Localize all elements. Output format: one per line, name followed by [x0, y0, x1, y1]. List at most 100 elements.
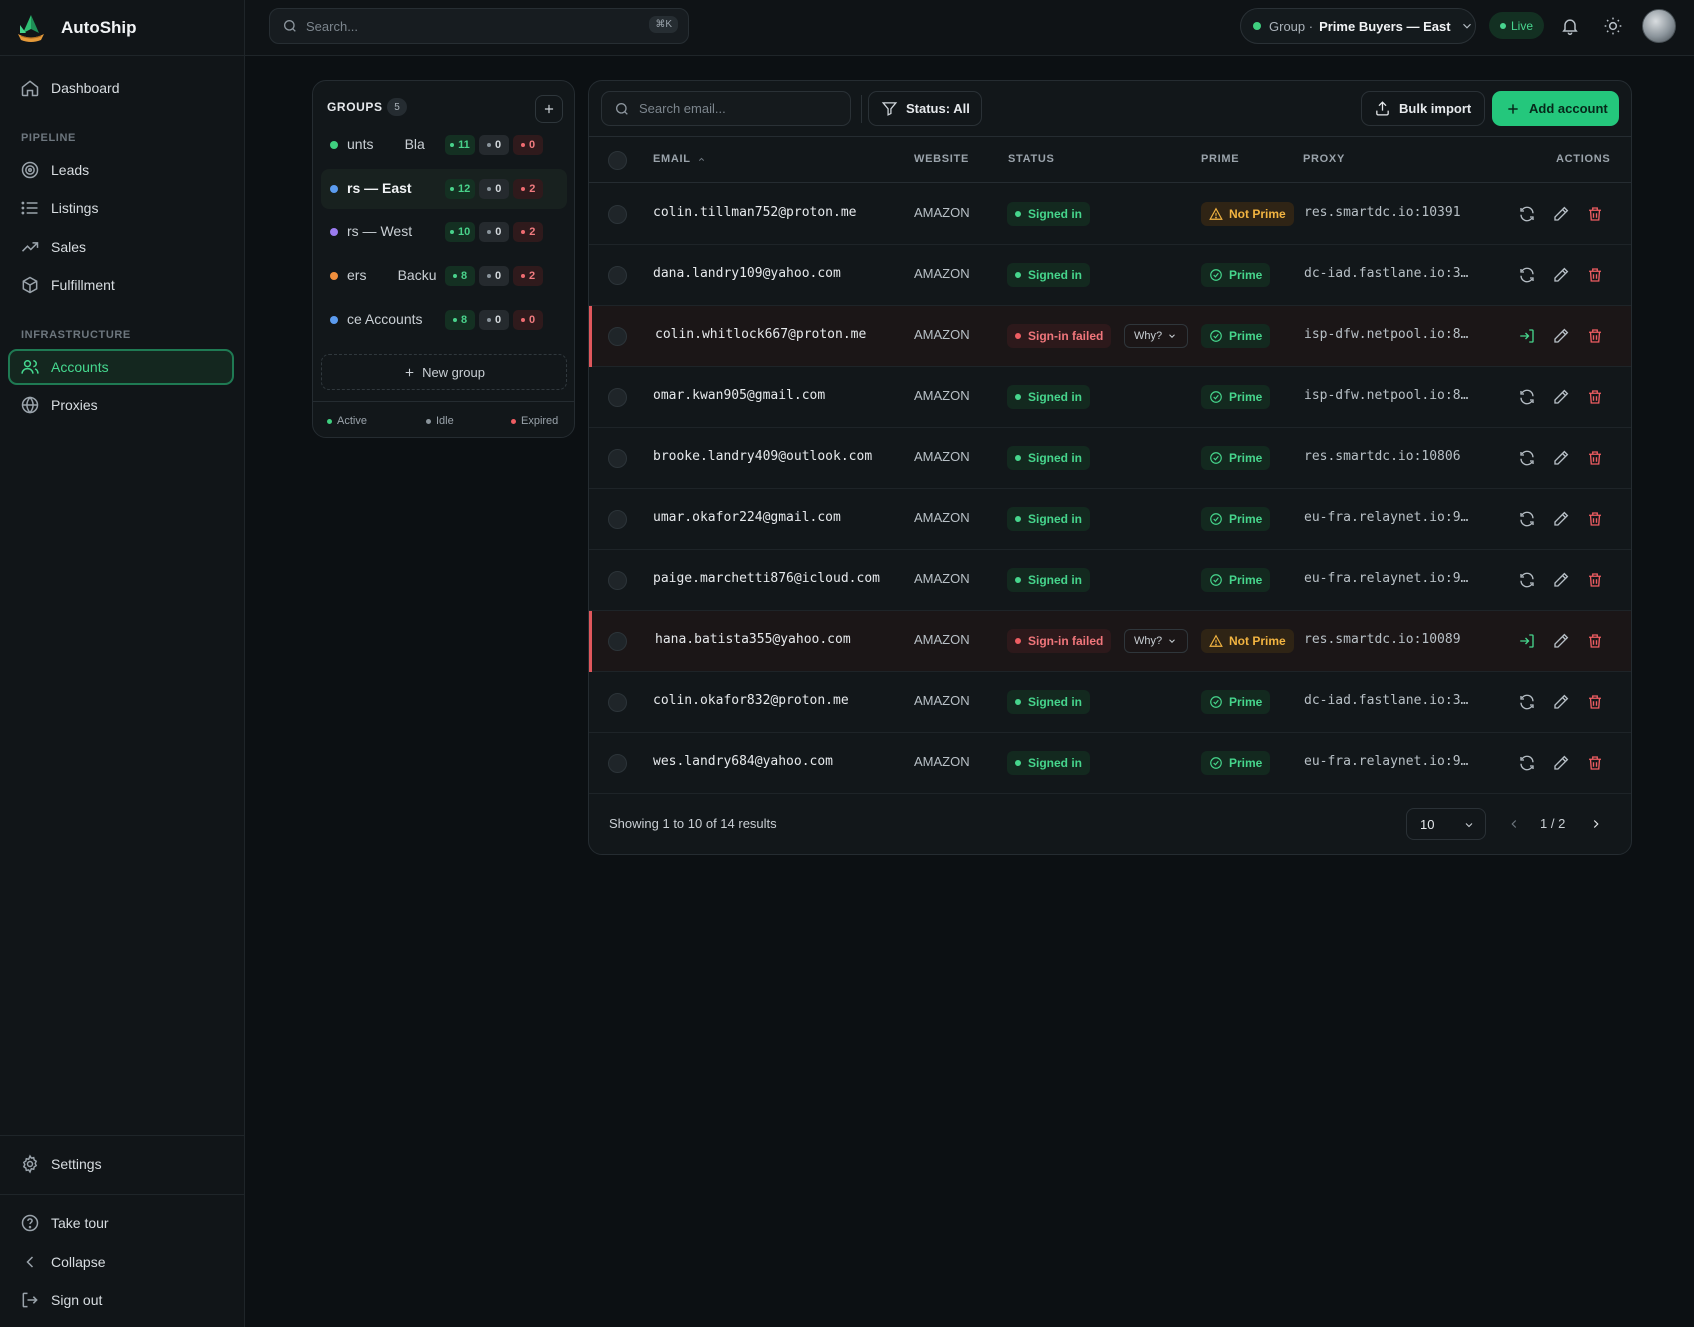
- delete-icon[interactable]: [1586, 632, 1604, 650]
- refresh-icon[interactable]: [1518, 510, 1536, 528]
- delete-icon[interactable]: [1586, 205, 1604, 223]
- refresh-icon[interactable]: [1518, 693, 1536, 711]
- sidebar-item-dashboard[interactable]: Dashboard: [8, 70, 234, 106]
- why-dropdown[interactable]: Why?: [1124, 324, 1188, 348]
- results-summary: Showing 1 to 10 of 14 results: [609, 816, 777, 831]
- group-item[interactable]: rs — East 12 0 2: [321, 169, 567, 209]
- group-item[interactable]: ce Accounts 8 0 0: [321, 300, 567, 340]
- delete-icon[interactable]: [1586, 693, 1604, 711]
- active-count-badge: 11: [445, 135, 475, 155]
- delete-icon[interactable]: [1586, 327, 1604, 345]
- status-filter-button[interactable]: Status: All: [868, 91, 982, 126]
- add-account-button[interactable]: Add account: [1492, 91, 1619, 126]
- select-all-checkbox[interactable]: [608, 151, 627, 170]
- edit-icon[interactable]: [1552, 388, 1570, 406]
- sun-icon[interactable]: [1603, 16, 1623, 36]
- row-checkbox[interactable]: [608, 754, 627, 773]
- sidebar-divider: [0, 1135, 245, 1136]
- sidebar-item-accounts[interactable]: Accounts: [8, 349, 234, 385]
- edit-icon[interactable]: [1552, 693, 1570, 711]
- refresh-icon[interactable]: [1518, 571, 1536, 589]
- refresh-icon[interactable]: [1518, 266, 1536, 284]
- check-circle-icon: [1210, 757, 1222, 769]
- delete-icon[interactable]: [1586, 571, 1604, 589]
- group-item[interactable]: unts Bla 11 0 0: [321, 125, 567, 165]
- group-selector[interactable]: Group · Prime Buyers — East: [1240, 8, 1476, 44]
- sidebar-item-fulfillment[interactable]: Fulfillment: [8, 267, 234, 303]
- table-row[interactable]: brooke.landry409@outlook.com AMAZON Signed…: [589, 428, 1631, 489]
- row-checkbox[interactable]: [608, 571, 627, 590]
- edit-icon[interactable]: [1552, 571, 1570, 589]
- refresh-icon[interactable]: [1518, 388, 1536, 406]
- bulk-import-button[interactable]: Bulk import: [1361, 91, 1485, 126]
- row-checkbox[interactable]: [608, 449, 627, 468]
- sidebar-item-label: Dashboard: [51, 80, 120, 96]
- table-row[interactable]: omar.kwan905@gmail.com AMAZON Signed in Pri…: [589, 367, 1631, 428]
- table-row[interactable]: paige.marchetti876@icloud.com AMAZON Signe…: [589, 550, 1631, 611]
- group-color-dot: [330, 185, 338, 193]
- edit-icon[interactable]: [1552, 266, 1570, 284]
- column-email[interactable]: EMAIL: [653, 153, 706, 165]
- new-group-button[interactable]: New group: [321, 354, 567, 390]
- table-row[interactable]: wes.landry684@yahoo.com AMAZON Signed in Pr…: [589, 733, 1631, 794]
- row-checkbox[interactable]: [608, 266, 627, 285]
- table-row[interactable]: hana.batista355@yahoo.com AMAZON Sign-in f…: [589, 611, 1631, 672]
- brand[interactable]: AutoShip: [0, 0, 245, 56]
- refresh-icon[interactable]: [1518, 205, 1536, 223]
- edit-icon[interactable]: [1552, 632, 1570, 650]
- sidebar-item-sales[interactable]: Sales: [8, 229, 234, 265]
- page-size-select[interactable]: 10: [1406, 808, 1486, 840]
- bell-icon[interactable]: [1560, 16, 1580, 36]
- sidebar-item-collapse[interactable]: Collapse: [8, 1244, 234, 1280]
- delete-icon[interactable]: [1586, 754, 1604, 772]
- idle-count-badge: 0: [479, 179, 510, 199]
- next-page-icon[interactable]: [1589, 817, 1603, 831]
- group-item[interactable]: ers Backu 8 0 2: [321, 256, 567, 296]
- row-checkbox[interactable]: [608, 205, 627, 224]
- group-counts: 10 0 2: [445, 222, 544, 242]
- row-checkbox[interactable]: [608, 388, 627, 407]
- row-checkbox[interactable]: [608, 327, 627, 346]
- delete-icon[interactable]: [1586, 388, 1604, 406]
- previous-page-icon[interactable]: [1507, 817, 1521, 831]
- edit-icon[interactable]: [1552, 327, 1570, 345]
- row-checkbox[interactable]: [608, 693, 627, 712]
- sidebar-item-settings[interactable]: Settings: [8, 1146, 234, 1182]
- edit-icon[interactable]: [1552, 449, 1570, 467]
- sign-in-icon[interactable]: [1518, 327, 1536, 345]
- edit-icon[interactable]: [1552, 205, 1570, 223]
- refresh-icon[interactable]: [1518, 449, 1536, 467]
- why-dropdown[interactable]: Why?: [1124, 629, 1188, 653]
- avatar[interactable]: [1642, 9, 1676, 43]
- edit-icon[interactable]: [1552, 754, 1570, 772]
- account-proxy: res.smartdc.io:10391: [1304, 205, 1461, 220]
- delete-icon[interactable]: [1586, 266, 1604, 284]
- global-search-input[interactable]: Search... ⌘K: [269, 8, 689, 44]
- search-shortcut: ⌘K: [649, 16, 678, 33]
- email-search-input[interactable]: Search email...: [601, 91, 851, 126]
- table-row[interactable]: colin.whitlock667@proton.me AMAZON Sign-in…: [589, 306, 1631, 367]
- group-item[interactable]: rs — West 10 0 2: [321, 212, 567, 252]
- sidebar-item-take-tour[interactable]: Take tour: [8, 1205, 234, 1241]
- table-row[interactable]: umar.okafor224@gmail.com AMAZON Signed in P…: [589, 489, 1631, 550]
- sidebar-item-sign-out[interactable]: Sign out: [8, 1282, 234, 1318]
- row-checkbox[interactable]: [608, 632, 627, 651]
- sidebar-item-label: Proxies: [51, 397, 98, 413]
- add-group-button[interactable]: [535, 95, 563, 123]
- idle-count-badge: 0: [479, 222, 510, 242]
- sidebar-item-listings[interactable]: Listings: [8, 190, 234, 226]
- edit-icon[interactable]: [1552, 510, 1570, 528]
- group-color-dot: [330, 316, 338, 324]
- delete-icon[interactable]: [1586, 449, 1604, 467]
- table-row[interactable]: dana.landry109@yahoo.com AMAZON Signed in P…: [589, 245, 1631, 306]
- delete-icon[interactable]: [1586, 510, 1604, 528]
- row-checkbox[interactable]: [608, 510, 627, 529]
- sidebar-item-proxies[interactable]: Proxies: [8, 387, 234, 423]
- sidebar-item-label: Settings: [51, 1156, 102, 1172]
- sidebar-item-leads[interactable]: Leads: [8, 152, 234, 188]
- refresh-icon[interactable]: [1518, 754, 1536, 772]
- sign-in-icon[interactable]: [1518, 632, 1536, 650]
- group-color-dot: [330, 141, 338, 149]
- table-row[interactable]: colin.tillman752@proton.me AMAZON Signed i…: [589, 184, 1631, 245]
- table-row[interactable]: colin.okafor832@proton.me AMAZON Signed in…: [589, 672, 1631, 733]
